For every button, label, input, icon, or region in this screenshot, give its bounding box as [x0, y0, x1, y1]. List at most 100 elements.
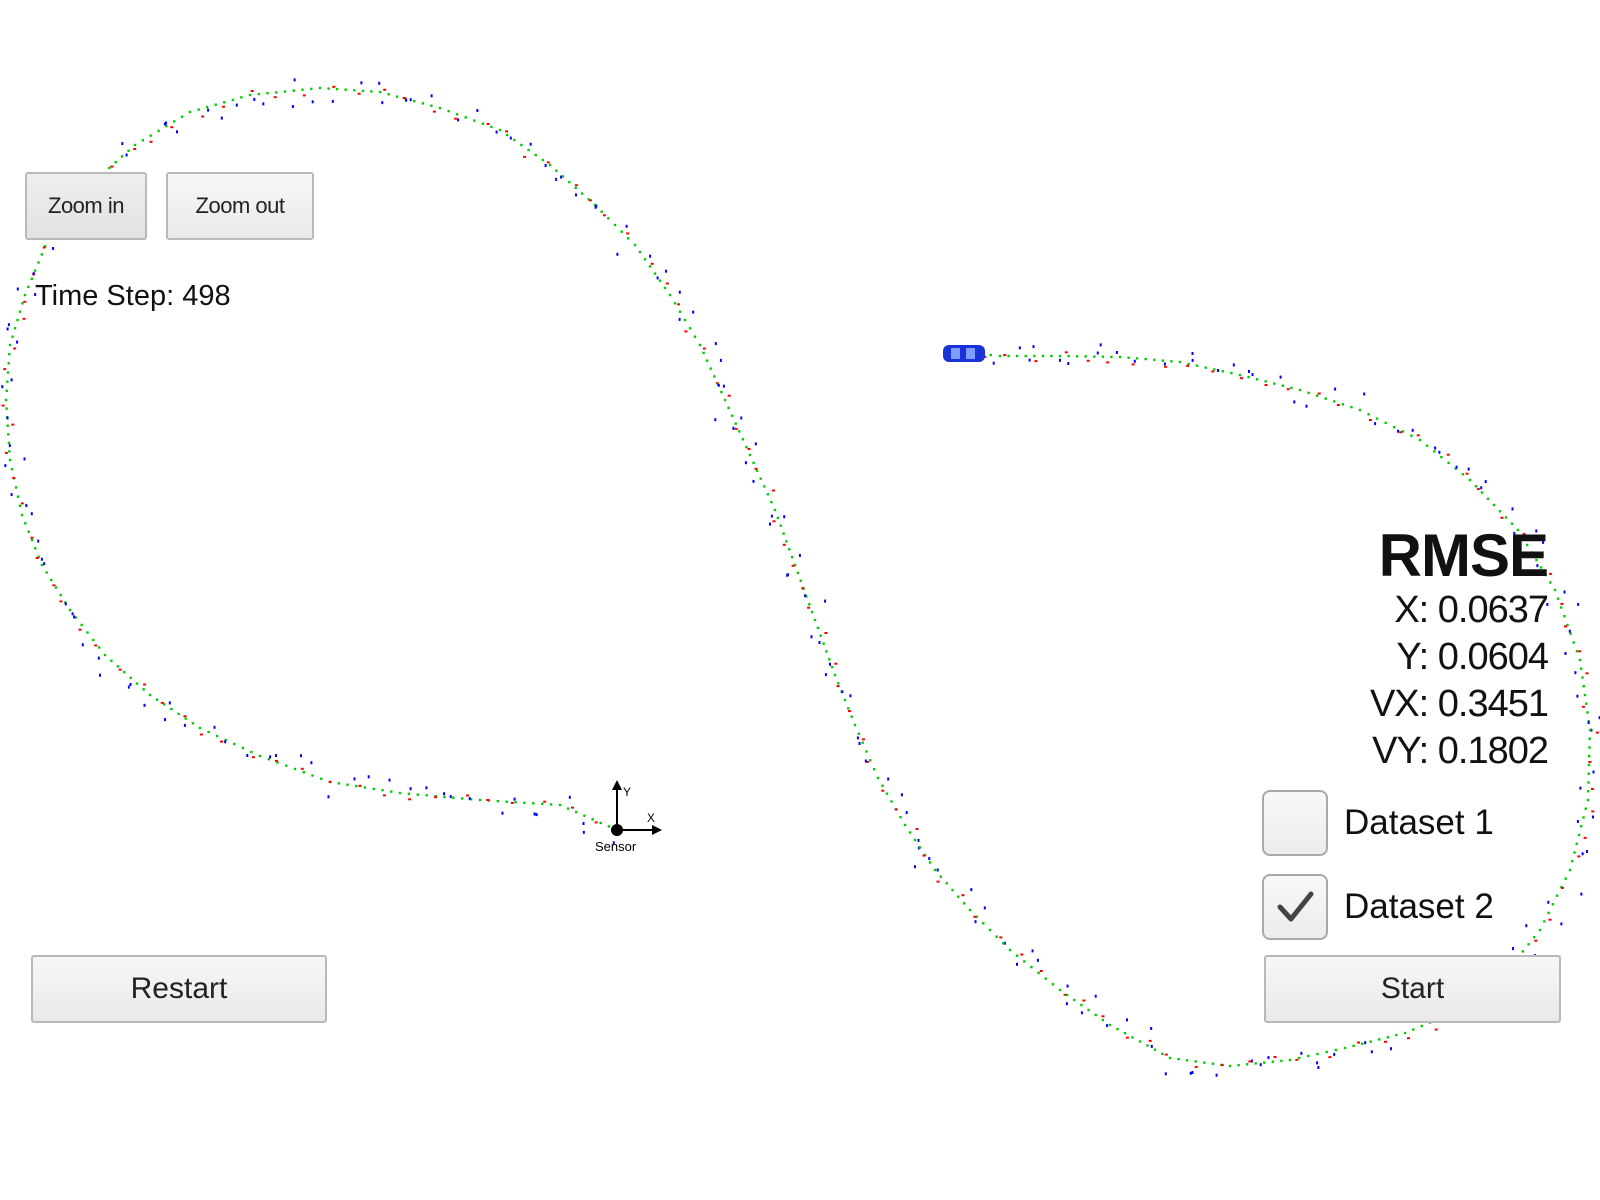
- radar-measurement: [824, 673, 827, 677]
- lidar-measurement: [408, 798, 412, 801]
- estimate-point: [782, 532, 785, 535]
- radar-measurement: [1293, 400, 1296, 404]
- estimate-point: [1144, 357, 1147, 361]
- zoom-out-button[interactable]: Zoom out: [166, 172, 314, 240]
- estimate-point: [575, 810, 578, 814]
- dataset-2-option[interactable]: Dataset 2: [1262, 874, 1494, 940]
- lidar-measurement: [13, 347, 17, 350]
- estimate-point: [92, 638, 95, 642]
- estimate-point: [1474, 485, 1478, 488]
- lidar-measurement: [1328, 1056, 1332, 1059]
- lidar-measurement: [22, 317, 26, 320]
- start-button[interactable]: Start: [1264, 955, 1561, 1023]
- estimate-point: [108, 166, 111, 170]
- estimate-point: [1161, 1052, 1164, 1056]
- estimate-point: [1410, 434, 1413, 437]
- estimate-point: [779, 524, 782, 527]
- estimate-point: [1551, 903, 1555, 906]
- estimate-point: [951, 888, 954, 892]
- estimate-point: [390, 790, 393, 793]
- estimate-point: [68, 608, 72, 612]
- estimate-point: [443, 795, 446, 799]
- estimate-point: [378, 90, 382, 94]
- estimate-point: [643, 258, 647, 261]
- estimate-point: [1307, 391, 1310, 395]
- estimate-point: [899, 816, 902, 819]
- estimate-point: [1569, 632, 1572, 635]
- estimate-point: [748, 453, 752, 457]
- radar-measurement: [331, 99, 334, 103]
- lidar-measurement: [1164, 365, 1168, 368]
- radar-measurement: [1434, 446, 1437, 450]
- radar-measurement: [220, 116, 223, 120]
- lidar-measurement: [1295, 1058, 1299, 1061]
- restart-button[interactable]: Restart: [31, 955, 327, 1023]
- estimate-point: [514, 801, 517, 804]
- lidar-measurement: [1164, 1053, 1168, 1056]
- lidar-measurement: [1534, 939, 1538, 942]
- radar-measurement: [678, 290, 681, 294]
- radar-measurement: [32, 272, 35, 276]
- radar-measurement: [40, 557, 43, 561]
- estimate-point: [1298, 1056, 1301, 1060]
- lidar-measurement: [357, 92, 361, 95]
- estimate-point: [1573, 851, 1576, 854]
- radar-measurement: [6, 327, 9, 331]
- estimate-point: [1543, 920, 1546, 923]
- estimate-point: [241, 746, 245, 750]
- estimate-point: [1008, 948, 1012, 952]
- estimate-point: [1050, 354, 1053, 358]
- estimate-point: [45, 571, 48, 574]
- estimate-point: [148, 693, 152, 697]
- lidar-measurement: [59, 600, 63, 603]
- dataset-2-checkbox[interactable]: [1262, 874, 1328, 940]
- radar-measurement: [1455, 465, 1458, 469]
- lidar-measurement: [1, 404, 5, 407]
- radar-measurement: [856, 736, 859, 740]
- estimate-point: [33, 269, 37, 272]
- estimate-point: [1127, 356, 1130, 359]
- estimate-point: [8, 450, 11, 453]
- radar-measurement: [595, 204, 598, 208]
- radar-measurement: [900, 793, 903, 797]
- lidar-measurement: [30, 536, 34, 539]
- radar-measurement: [311, 100, 314, 104]
- estimate-point: [80, 623, 83, 627]
- lidar-measurement: [486, 123, 490, 125]
- estimate-point: [1298, 388, 1302, 392]
- lidar-measurement: [23, 300, 27, 303]
- estimate-point: [1585, 702, 1588, 705]
- lidar-measurement: [727, 394, 731, 397]
- radar-measurement: [1, 385, 4, 389]
- estimate-point: [558, 803, 562, 807]
- lidar-measurement: [454, 117, 458, 120]
- radar-measurement: [535, 813, 538, 817]
- estimate-point: [1067, 354, 1070, 358]
- lidar-measurement: [677, 303, 680, 306]
- lidar-measurement: [1064, 351, 1068, 354]
- estimate-point: [40, 253, 44, 256]
- estimate-point: [1468, 478, 1472, 482]
- estimate-point: [123, 670, 126, 674]
- estimate-point: [1587, 790, 1590, 793]
- estimate-point: [876, 776, 880, 780]
- lidar-measurement: [12, 476, 16, 479]
- radar-measurement: [129, 683, 132, 686]
- estimate-point: [421, 102, 425, 105]
- estimate-point: [799, 579, 802, 582]
- estimate-point: [913, 838, 917, 842]
- estimate-point: [853, 723, 857, 727]
- estimate-point: [258, 754, 262, 758]
- estimate-point: [730, 414, 734, 417]
- estimate-point: [363, 786, 367, 789]
- estimate-point: [173, 120, 176, 123]
- radar-measurement: [665, 269, 668, 273]
- estimate-point: [613, 223, 617, 227]
- zoom-in-button[interactable]: Zoom in: [25, 172, 147, 240]
- estimate-point: [607, 825, 611, 828]
- dataset-1-checkbox[interactable]: [1262, 790, 1328, 856]
- dataset-1-option[interactable]: Dataset 1: [1262, 790, 1494, 856]
- lidar-measurement: [1446, 453, 1450, 456]
- radar-measurement: [293, 78, 296, 82]
- radar-measurement: [786, 573, 789, 577]
